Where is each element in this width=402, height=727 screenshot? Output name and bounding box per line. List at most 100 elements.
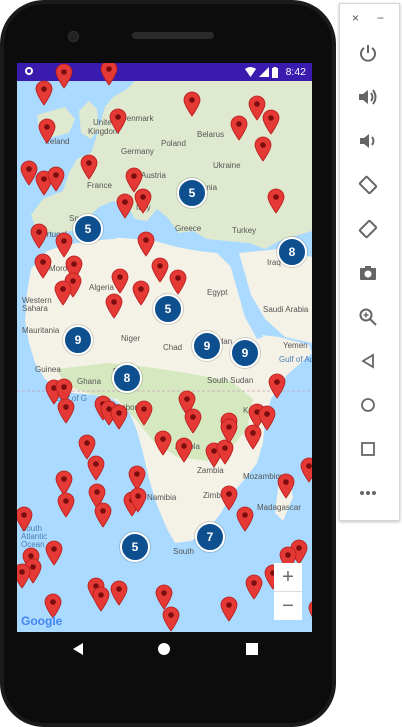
camera-icon xyxy=(360,266,376,280)
map-pin-marker[interactable] xyxy=(308,599,312,625)
back-button[interactable] xyxy=(354,347,382,375)
country-label: Namibia xyxy=(147,493,177,502)
rotate-left-icon xyxy=(358,175,378,195)
marker-cluster[interactable]: 5 xyxy=(73,214,103,244)
emulator-toolbar: × − xyxy=(339,3,400,521)
map-pin-marker[interactable] xyxy=(132,280,150,306)
map-pin-marker[interactable] xyxy=(57,492,75,518)
map-pin-marker[interactable] xyxy=(244,424,262,450)
country-label: Poland xyxy=(161,139,186,148)
map-pin-marker[interactable] xyxy=(54,280,72,306)
back-nav-icon[interactable] xyxy=(71,642,85,661)
country-label: Niger xyxy=(121,334,141,343)
map-pin-marker[interactable] xyxy=(154,430,172,456)
map-pin-marker[interactable] xyxy=(34,253,52,279)
close-button[interactable]: × xyxy=(352,11,359,25)
marker-cluster[interactable]: 8 xyxy=(277,237,307,267)
country-label: Mauritania xyxy=(22,326,60,335)
rotate-left-button[interactable] xyxy=(354,171,382,199)
device-screen: 8:42 United Kingdom Denmark Ireland Germ… xyxy=(17,63,312,632)
country-label: Belarus xyxy=(197,130,225,139)
home-nav-icon[interactable] xyxy=(157,642,171,661)
map-pin-marker[interactable] xyxy=(175,437,193,463)
map-pin-marker[interactable] xyxy=(35,80,53,106)
country-label: Egypt xyxy=(207,288,228,297)
marker-cluster[interactable]: 9 xyxy=(63,325,93,355)
marker-cluster[interactable]: 5 xyxy=(177,178,207,208)
map-pin-marker[interactable] xyxy=(183,91,201,117)
country-label: Germany xyxy=(121,147,154,156)
map-pin-marker[interactable] xyxy=(267,188,285,214)
volume-down-button[interactable] xyxy=(354,127,382,155)
rotate-right-button[interactable] xyxy=(354,215,382,243)
map-pin-marker[interactable] xyxy=(92,586,110,612)
more-button[interactable] xyxy=(354,479,382,507)
minimize-button[interactable]: − xyxy=(377,11,384,25)
map-pin-marker[interactable] xyxy=(220,418,238,444)
map-pin-marker[interactable] xyxy=(129,487,147,513)
map-pin-marker[interactable] xyxy=(236,506,254,532)
marker-cluster[interactable]: 5 xyxy=(120,532,150,562)
status-time: 8:42 xyxy=(285,66,306,78)
map-pin-marker[interactable] xyxy=(230,115,248,141)
zoom-button[interactable] xyxy=(354,303,382,331)
zoom-in-button[interactable]: + xyxy=(274,563,302,591)
map-pin-marker[interactable] xyxy=(110,404,128,430)
map-pin-marker[interactable] xyxy=(109,108,127,134)
map-pin-marker[interactable] xyxy=(245,574,263,600)
marker-cluster[interactable]: 9 xyxy=(230,338,260,368)
home-button[interactable] xyxy=(354,391,382,419)
screenshot-button[interactable] xyxy=(354,259,382,287)
map-view[interactable]: United Kingdom Denmark Ireland Germany Poland… xyxy=(17,63,312,632)
map-pin-marker[interactable] xyxy=(94,502,112,528)
map-pin-marker[interactable] xyxy=(268,373,286,399)
map-pin-marker[interactable] xyxy=(17,563,31,589)
country-label: Turkey xyxy=(232,226,257,235)
map-pin-marker[interactable] xyxy=(111,268,129,294)
country-label: Yemen xyxy=(283,341,308,350)
map-pin-marker[interactable] xyxy=(151,257,169,283)
google-logo: Google xyxy=(21,614,63,628)
country-label: Austria xyxy=(141,171,166,180)
map-pin-marker[interactable] xyxy=(277,473,295,499)
battery-icon xyxy=(272,66,278,78)
map-pin-marker[interactable] xyxy=(134,188,152,214)
map-pin-marker[interactable] xyxy=(105,293,123,319)
map-pin-marker[interactable] xyxy=(55,63,73,89)
map-pin-marker[interactable] xyxy=(57,398,75,424)
map-pin-marker[interactable] xyxy=(169,269,187,295)
map-pin-marker[interactable] xyxy=(137,231,155,257)
map-pin-marker[interactable] xyxy=(254,136,272,162)
map-pin-marker[interactable] xyxy=(38,118,56,144)
overview-icon xyxy=(361,442,375,456)
marker-cluster[interactable]: 5 xyxy=(153,294,183,324)
map-pin-marker[interactable] xyxy=(135,400,153,426)
map-pin-marker[interactable] xyxy=(110,580,128,606)
zoom-out-button[interactable]: − xyxy=(274,591,302,620)
map-pin-marker[interactable] xyxy=(116,193,134,219)
map-pin-marker[interactable] xyxy=(100,63,118,86)
volume-down-icon xyxy=(360,134,375,148)
map-pin-marker[interactable] xyxy=(47,166,65,192)
marker-cluster[interactable]: 9 xyxy=(192,331,222,361)
map-pin-marker[interactable] xyxy=(162,606,180,632)
navigation-bar xyxy=(17,632,312,668)
back-icon xyxy=(361,353,374,369)
map-pin-marker[interactable] xyxy=(30,223,48,249)
wifi-icon xyxy=(245,67,256,77)
map-pin-marker[interactable] xyxy=(80,154,98,180)
map-pin-marker[interactable] xyxy=(87,455,105,481)
power-button[interactable] xyxy=(354,39,382,67)
sea-label: Gulf of Aden xyxy=(279,355,312,364)
map-pin-marker[interactable] xyxy=(17,506,33,532)
recents-nav-icon[interactable] xyxy=(245,642,259,661)
overview-button[interactable] xyxy=(354,435,382,463)
marker-cluster[interactable]: 7 xyxy=(195,522,225,552)
map-pin-marker[interactable] xyxy=(184,408,202,434)
map-pin-marker[interactable] xyxy=(262,109,280,135)
marker-cluster[interactable]: 8 xyxy=(112,363,142,393)
volume-up-button[interactable] xyxy=(354,83,382,111)
map-pin-marker[interactable] xyxy=(300,457,312,483)
map-pin-marker[interactable] xyxy=(45,540,63,566)
map-pin-marker[interactable] xyxy=(220,596,238,622)
